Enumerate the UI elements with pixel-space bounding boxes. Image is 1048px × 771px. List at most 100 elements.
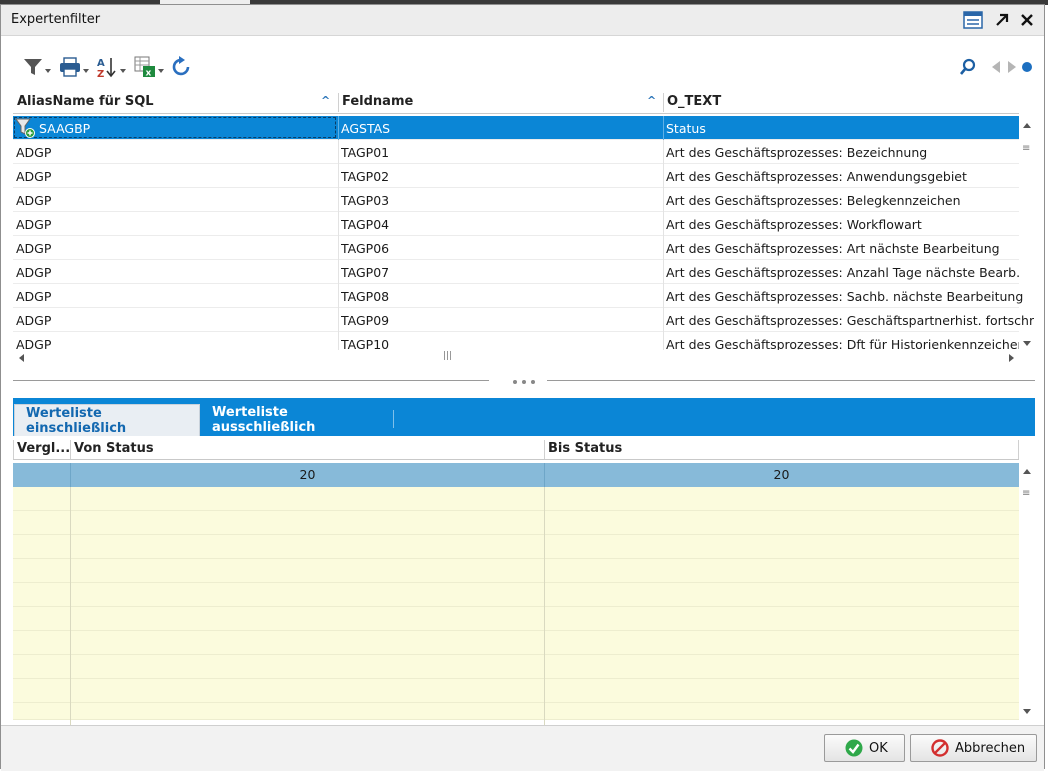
- cell-alias: ADGP: [16, 145, 52, 160]
- tab-bar: Werteliste einschließlich Werteliste aus…: [13, 398, 1035, 436]
- print-menu-button[interactable]: [59, 55, 89, 81]
- table-row[interactable]: ADGP TAGP09 Art des Geschäftsprozesses: …: [13, 308, 1034, 332]
- field-grid: AliasName für SQL ^ Feldname ^ O_TEXT SA…: [13, 91, 1035, 365]
- cancel-button[interactable]: Abbrechen: [910, 734, 1037, 762]
- cancel-forbidden-icon: [931, 739, 949, 757]
- search-button[interactable]: [959, 55, 977, 81]
- title-bar: Expertenfilter: [1, 5, 1044, 36]
- dialog-footer: OK Abbrechen: [1, 725, 1044, 771]
- ok-label: OK: [869, 740, 888, 756]
- sort-menu-button[interactable]: AZ: [96, 55, 126, 81]
- cell-bis-status[interactable]: 20: [545, 467, 1018, 482]
- vertical-scrollbar[interactable]: ≡: [1019, 463, 1035, 720]
- tab-werteliste-ausschliesslich[interactable]: Werteliste ausschließlich: [211, 404, 393, 436]
- sort-asc-icon[interactable]: ^: [647, 94, 656, 107]
- cell-feldname: TAGP09: [341, 313, 390, 328]
- cell-feldname: TAGP06: [341, 241, 390, 256]
- table-row[interactable]: ADGP TAGP07 Art des Geschäftsprozesses: …: [13, 260, 1020, 284]
- cell-alias: ADGP: [16, 337, 52, 350]
- filter-menu-button[interactable]: [23, 55, 51, 81]
- scroll-up-icon[interactable]: [1023, 469, 1031, 474]
- horizontal-scrollbar[interactable]: |||: [13, 351, 1019, 365]
- window-list-icon[interactable]: [963, 10, 983, 30]
- empty-row[interactable]: [13, 655, 1019, 679]
- splitter-handle-icon[interactable]: [511, 375, 539, 390]
- splitter[interactable]: [13, 375, 1035, 387]
- popout-icon[interactable]: [992, 10, 1012, 30]
- empty-row[interactable]: [13, 607, 1019, 631]
- next-button[interactable]: [1007, 55, 1017, 81]
- column-header-bis-status[interactable]: Bis Status: [548, 441, 622, 459]
- close-icon[interactable]: [1017, 10, 1037, 30]
- cell-alias: ADGP: [16, 313, 52, 328]
- table-row[interactable]: ADGP TAGP04 Art des Geschäftsprozesses: …: [13, 212, 1019, 236]
- scroll-down-icon[interactable]: [1023, 341, 1031, 346]
- ok-check-icon: [845, 739, 863, 757]
- cell-alias: ADGP: [16, 265, 52, 280]
- cell-von-status[interactable]: 20: [71, 467, 544, 482]
- cell-feldname: TAGP01: [341, 145, 390, 160]
- scroll-grip-icon[interactable]: |||: [443, 351, 452, 361]
- column-header-alias[interactable]: AliasName für SQL: [17, 94, 154, 112]
- scroll-up-icon[interactable]: [1023, 123, 1031, 128]
- cell-o-text: Art des Geschäftsprozesses: Belegkennzei…: [666, 193, 961, 208]
- refresh-button[interactable]: [171, 55, 193, 81]
- value-grid-header: Vergl... Von Status Bis Status: [13, 438, 1019, 460]
- filter-icon: [23, 57, 43, 80]
- svg-text:x: x: [146, 68, 152, 78]
- svg-text:A: A: [97, 58, 105, 69]
- cell-alias: ADGP: [16, 169, 52, 184]
- table-row[interactable]: ADGP TAGP06 Art des Geschäftsprozesses: …: [13, 236, 1019, 260]
- scroll-down-icon[interactable]: [1023, 709, 1031, 714]
- expertenfilter-dialog: Expertenfilter AZ x AliasName für SQL ^ …: [0, 4, 1045, 771]
- scroll-grip-icon[interactable]: ≡: [1022, 143, 1030, 154]
- cell-o-text: Status: [666, 121, 706, 136]
- excel-export-icon: x: [134, 56, 156, 81]
- table-row[interactable]: 20 20: [13, 463, 1019, 487]
- sort-asc-icon[interactable]: ^: [321, 94, 330, 107]
- table-row[interactable]: ADGP TAGP03 Art des Geschäftsprozesses: …: [13, 188, 1019, 212]
- vertical-scrollbar[interactable]: ≡: [1019, 115, 1035, 351]
- tab-werteliste-einschliesslich[interactable]: Werteliste einschließlich: [14, 404, 200, 436]
- empty-row[interactable]: [13, 679, 1019, 703]
- cell-alias: ADGP: [16, 241, 52, 256]
- table-row[interactable]: ADGP TAGP01 Art des Geschäftsprozesses: …: [13, 140, 1019, 164]
- scroll-left-icon[interactable]: [19, 354, 24, 362]
- column-header-o-text[interactable]: O_TEXT: [667, 94, 721, 112]
- cell-alias: ADGP: [16, 193, 52, 208]
- cell-feldname: TAGP02: [341, 169, 390, 184]
- value-grid: Vergl... Von Status Bis Status 20 20 ≡: [13, 438, 1035, 727]
- cell-o-text: Art des Geschäftsprozesses: Geschäftspar…: [666, 313, 1035, 328]
- sort-az-icon: AZ: [96, 56, 118, 81]
- column-header-feldname[interactable]: Feldname: [342, 94, 413, 112]
- prev-button[interactable]: [991, 55, 1001, 81]
- cell-o-text: Art des Geschäftsprozesses: Bezeichnung: [666, 145, 928, 160]
- column-header-vergleich[interactable]: Vergl...: [17, 441, 70, 459]
- export-menu-button[interactable]: x: [134, 55, 164, 81]
- cell-alias: SAAGBP: [39, 121, 91, 136]
- empty-row[interactable]: [13, 559, 1019, 583]
- table-row[interactable]: ADGP TAGP08 Art des Geschäftsprozesses: …: [13, 284, 1023, 308]
- table-row[interactable]: ADGP TAGP10 Art des Geschäftsprozesses: …: [13, 332, 1019, 350]
- table-row[interactable]: SAAGBP AGSTAS Status: [13, 116, 1019, 140]
- cell-feldname: TAGP10: [341, 337, 390, 350]
- empty-row[interactable]: [13, 703, 1019, 727]
- cell-feldname: TAGP08: [341, 289, 390, 304]
- empty-row[interactable]: [13, 487, 1019, 511]
- empty-row[interactable]: [13, 511, 1019, 535]
- scroll-right-icon[interactable]: [1009, 354, 1014, 362]
- empty-row[interactable]: [13, 535, 1019, 559]
- filter-add-icon: [15, 118, 35, 141]
- empty-row[interactable]: [13, 631, 1019, 655]
- empty-row[interactable]: [13, 583, 1019, 607]
- scroll-grip-icon[interactable]: ≡: [1022, 488, 1030, 499]
- dialog-title: Expertenfilter: [11, 12, 101, 27]
- field-grid-header: AliasName für SQL ^ Feldname ^ O_TEXT: [13, 91, 1019, 114]
- cell-feldname: AGSTAS: [341, 121, 391, 136]
- search-icon: [959, 58, 977, 79]
- column-header-von-status[interactable]: Von Status: [74, 441, 154, 459]
- ok-button[interactable]: OK: [824, 734, 905, 762]
- cell-o-text: Art des Geschäftsprozesses: Anwendungsge…: [666, 169, 967, 184]
- table-row[interactable]: ADGP TAGP02 Art des Geschäftsprozesses: …: [13, 164, 1019, 188]
- cell-alias: ADGP: [16, 289, 52, 304]
